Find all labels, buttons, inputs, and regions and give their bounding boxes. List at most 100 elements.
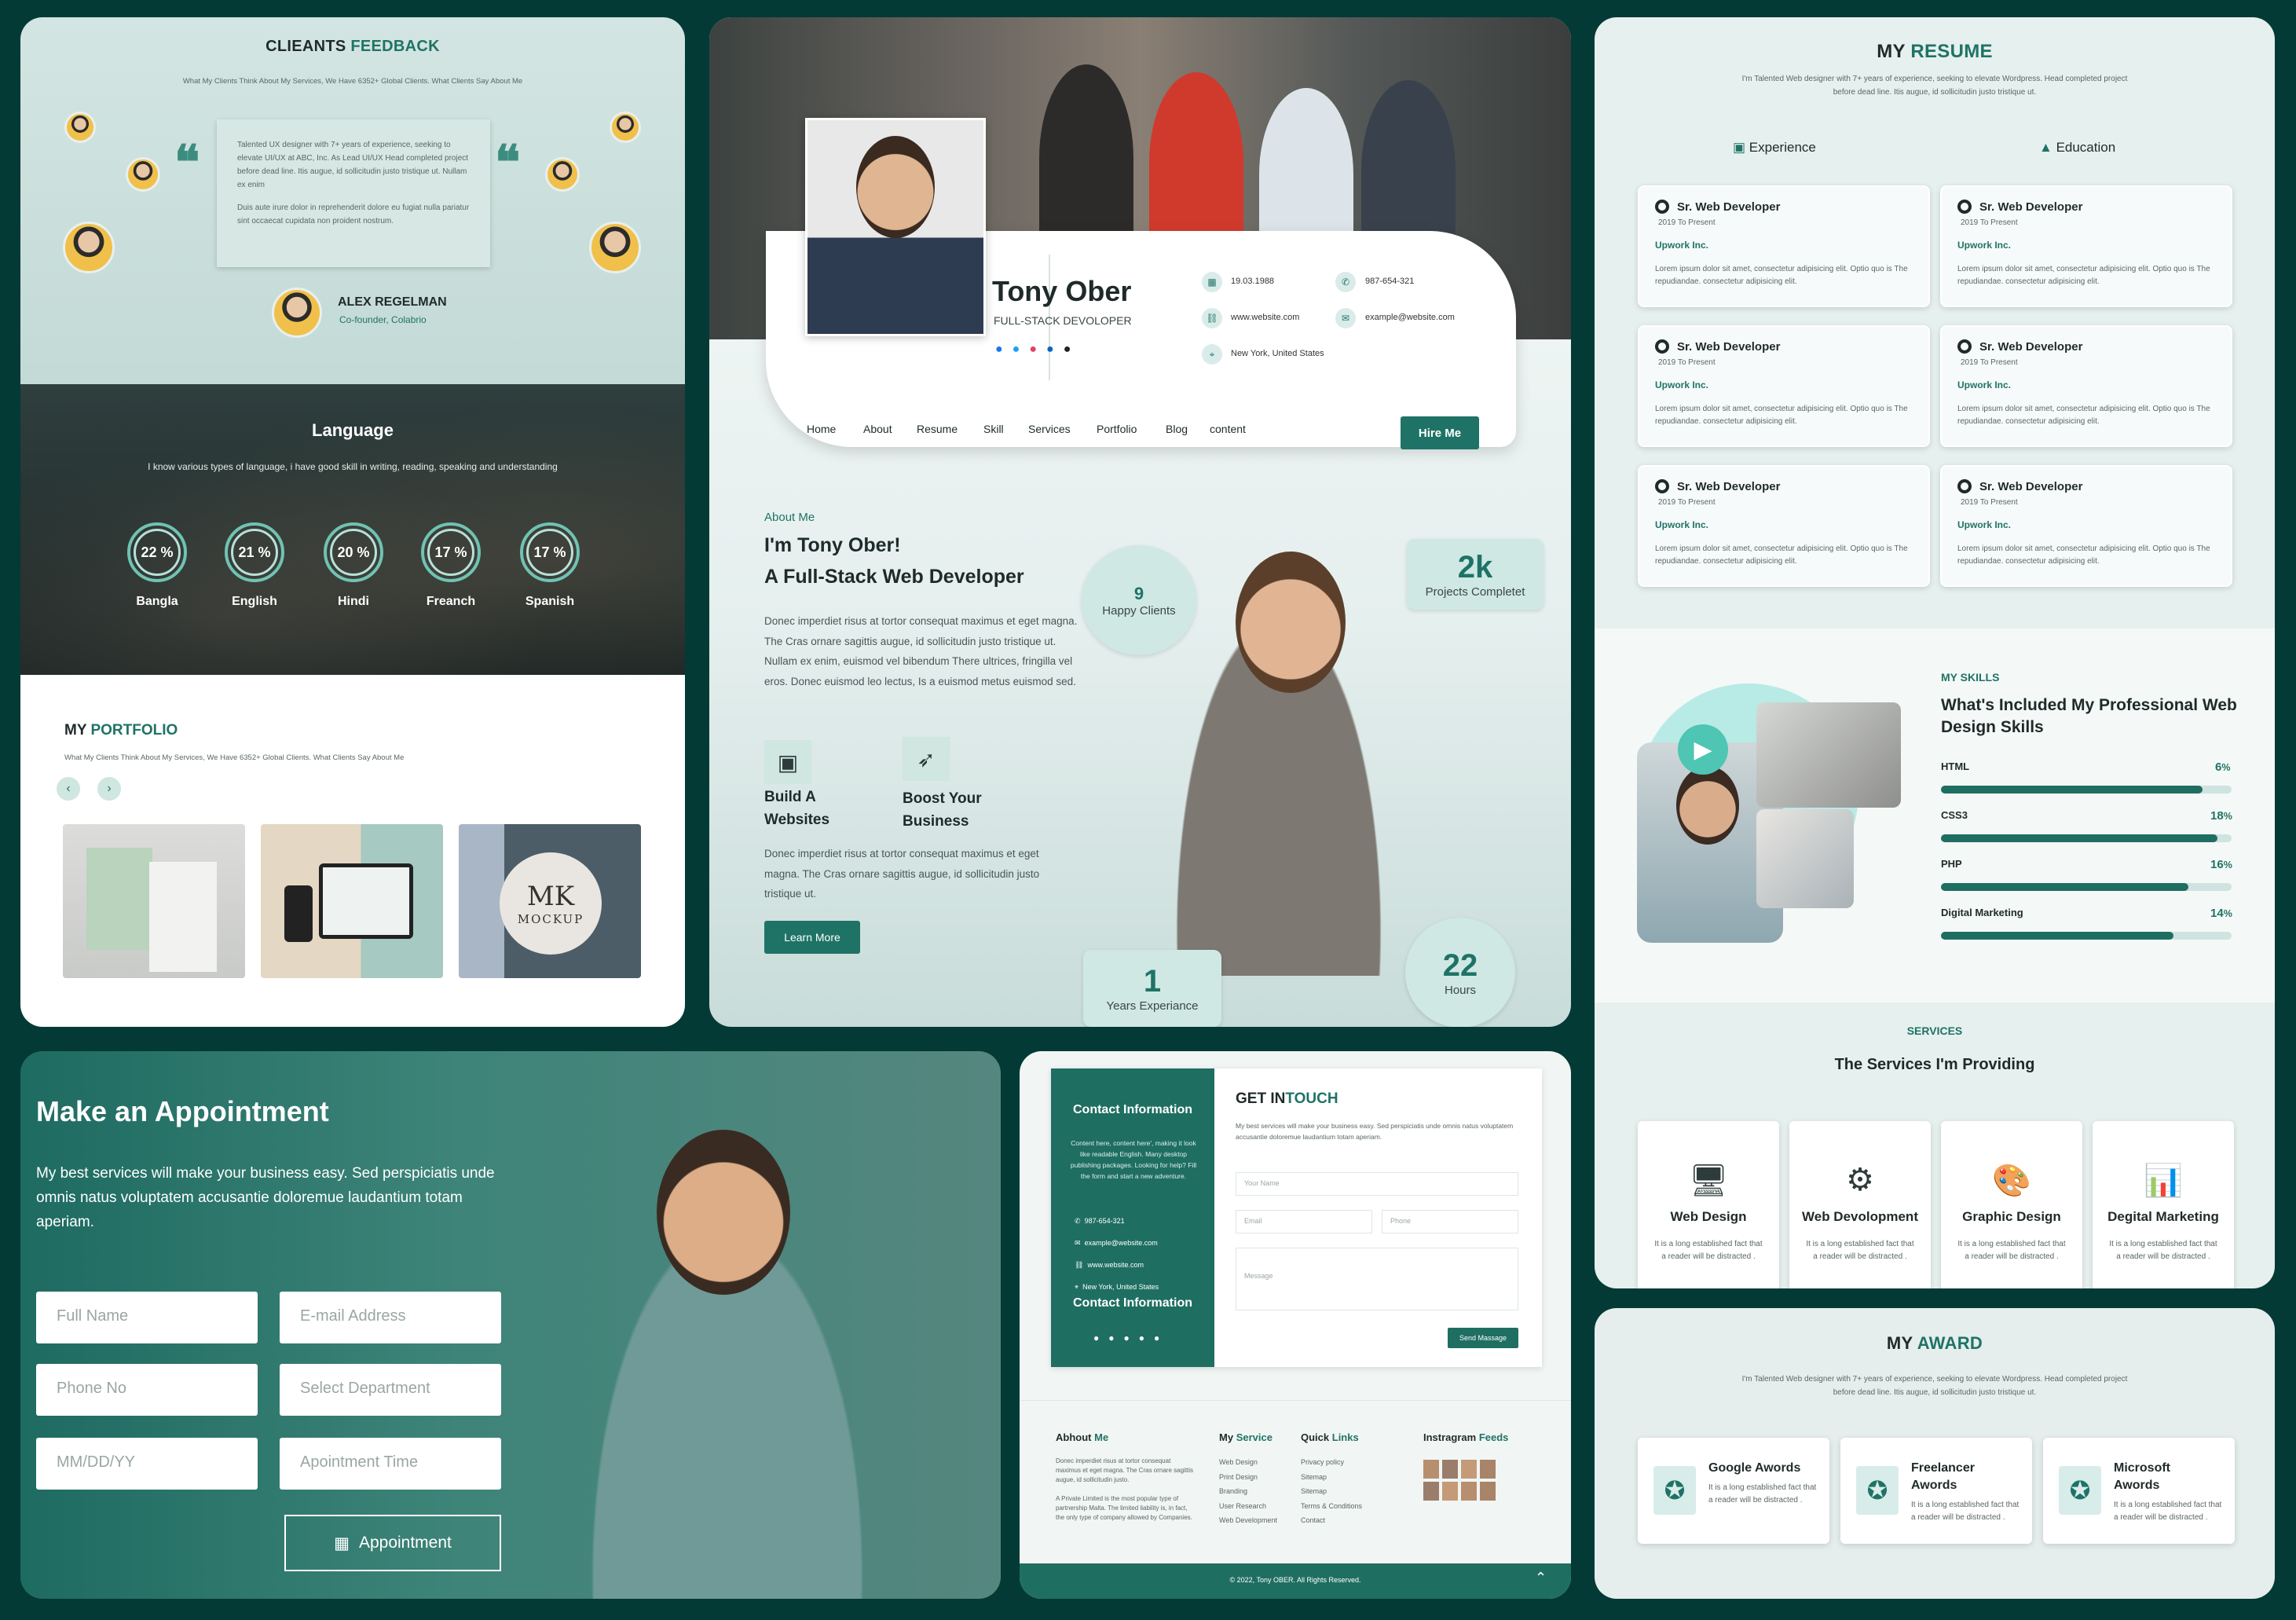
github-icon[interactable]: ● [1064,343,1071,357]
nav-content[interactable]: content [1210,423,1246,435]
skill-bar-fill [1941,883,2188,891]
portfolio-item[interactable]: MK MOCKUP [459,824,641,978]
date-input[interactable]: MM/DD/YY [36,1438,258,1490]
client-avatar[interactable] [64,112,96,143]
portfolio-prev-button[interactable]: ‹ [57,777,80,801]
service-card[interactable]: 🖥 Web Design It is a long established fact… [1638,1121,1779,1288]
instagram-icon[interactable]: ● [1029,343,1037,357]
contact-email-input[interactable]: Email [1236,1210,1372,1233]
service-card[interactable]: ⚙ Web Devolopment It is a long established… [1789,1121,1931,1288]
client-avatar[interactable] [589,222,641,273]
skill-bar [1941,932,2232,940]
facebook-icon[interactable]: ● [1093,1332,1099,1343]
service-card[interactable]: 📊 Degital Marketing It is a long establish… [2093,1121,2234,1288]
full-name-input[interactable]: Full Name [36,1292,258,1343]
nav-portfolio[interactable]: Portfolio [1097,423,1137,435]
instagram-thumb[interactable] [1480,1482,1496,1501]
client-avatar[interactable] [545,157,580,192]
nav-resume[interactable]: Resume [917,423,958,435]
client-avatar[interactable] [63,222,115,273]
location-icon: ⌖ [1075,1283,1079,1291]
message-textarea[interactable]: Message [1236,1248,1518,1310]
client-avatar[interactable] [126,157,160,192]
tab-experience[interactable]: ▣ Experience [1733,140,1816,156]
scroll-top-icon[interactable]: ⌃ [1535,1570,1547,1586]
twitter-icon[interactable]: ● [1108,1332,1114,1343]
resume-card: Sr. Web Developer 2019 To Present Upwork I… [1940,465,2232,587]
language-label: Freanch [426,595,476,608]
instagram-thumb[interactable] [1461,1460,1477,1479]
footer-link[interactable]: User Research [1219,1499,1277,1514]
footer-link[interactable]: Web Development [1219,1513,1277,1528]
footer-link[interactable]: Contact [1301,1513,1362,1528]
language-value: 17 % [434,544,467,560]
your-name-input[interactable]: Your Name [1236,1172,1518,1196]
footer-link[interactable]: Sitemap [1301,1470,1362,1485]
contact-info-box: Contact Information Content here, conten… [1051,1068,1214,1367]
profile-website[interactable]: www.website.com [1231,313,1299,322]
appointment-button[interactable]: ▦ Appointment [284,1515,501,1571]
bag-image [86,848,152,950]
contact-phone-input[interactable]: Phone [1382,1210,1518,1233]
phone-image [284,885,313,942]
contact-website[interactable]: www.website.com [1087,1261,1144,1269]
portfolio-item[interactable] [63,824,245,978]
nav-skill[interactable]: Skill [983,423,1004,435]
instagram-thumb[interactable] [1461,1482,1477,1501]
feedback-card: Talented UX designer with 7+ years of ex… [217,119,490,267]
hire-me-button[interactable]: Hire Me [1401,416,1479,449]
footer-link[interactable]: Print Design [1219,1470,1277,1485]
resume-panel: MY RESUME I'm Talented Web designer with… [1595,17,2275,1288]
email-input[interactable]: E-mail Address [280,1292,501,1343]
feedback-title-a: CLIEANTS [265,38,346,55]
resume-card-company: Upwork Inc. [1655,240,1709,251]
tab-education[interactable]: ▲ Education [2039,140,2115,156]
contact-email[interactable]: example@website.com [1085,1239,1158,1247]
portfolio-item[interactable] [261,824,443,978]
instagram-thumb[interactable] [1442,1460,1458,1479]
resume-title: MY RESUME [1595,41,2275,63]
instagram-icon[interactable]: ● [1124,1332,1130,1343]
service-card[interactable]: 🎨 Graphic Design It is a long established … [1941,1121,2082,1288]
footer-link[interactable]: Sitemap [1301,1484,1362,1499]
play-icon[interactable]: ▶ [1678,724,1728,775]
portfolio-next-button[interactable]: › [97,777,121,801]
facebook-icon[interactable]: ● [995,343,1003,357]
footer-link[interactable]: Terms & Conditions [1301,1499,1362,1514]
nav-home[interactable]: Home [807,423,836,435]
nav-about[interactable]: About [863,423,892,435]
learn-more-button[interactable]: Learn More [764,921,860,954]
stat-value: 9 [1133,583,1144,603]
instagram-thumb[interactable] [1423,1460,1439,1479]
send-message-button[interactable]: Send Massage [1448,1328,1518,1348]
footer-link[interactable]: Web Design [1219,1455,1277,1470]
profile-phone: 987-654-321 [1365,277,1415,286]
award-desc: It is a long established fact that a rea… [1911,1501,2020,1522]
footer-link[interactable]: Branding [1219,1484,1277,1499]
instagram-thumb[interactable] [1423,1482,1439,1501]
nav-blog[interactable]: Blog [1166,423,1188,435]
client-avatar[interactable] [610,112,641,143]
twitter-icon[interactable]: ● [1013,343,1020,357]
resume-card: Sr. Web Developer 2019 To Present Upwork I… [1940,185,2232,307]
monitor-icon: 🖥 [1688,1164,1729,1198]
instagram-thumb[interactable] [1480,1460,1496,1479]
quote-close-icon: ❝ [495,135,521,190]
services-label: SERVICES [1906,1024,1963,1037]
linkedin-icon[interactable]: ● [1139,1332,1144,1343]
mockup-sign: MK MOCKUP [500,852,602,955]
footer-instagram-title: Instragram Feeds [1423,1431,1508,1443]
time-input[interactable]: Apointment Time [280,1438,501,1490]
resume-card-company: Upwork Inc. [1957,379,2012,390]
linkedin-icon[interactable]: ● [1046,343,1054,357]
profile-email[interactable]: example@website.com [1365,313,1455,322]
nav-services[interactable]: Services [1028,423,1071,435]
github-icon[interactable]: ● [1154,1332,1159,1343]
phone-input[interactable]: Phone No [36,1364,258,1416]
appointment-panel: Make an Appointment My best services wil… [20,1051,1001,1599]
department-select[interactable]: Select Department [280,1364,501,1416]
resume-card-company: Upwork Inc. [1655,379,1709,390]
instagram-thumb[interactable] [1442,1482,1458,1501]
resume-card-text: Lorem ipsum dolor sit amet, consectetur … [1655,405,1908,426]
footer-link[interactable]: Privacy policy [1301,1455,1362,1470]
